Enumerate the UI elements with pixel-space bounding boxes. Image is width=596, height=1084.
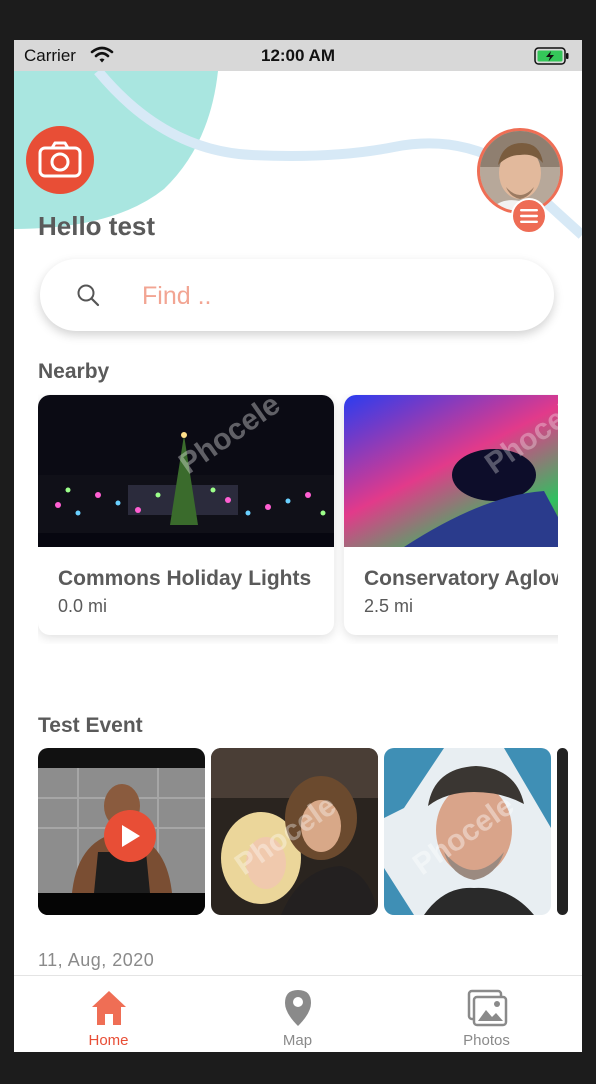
search-icon	[76, 283, 100, 312]
home-icon	[91, 991, 126, 1025]
nearby-carousel[interactable]: Phocele Commons Holiday Lights 0.0 mi Ph…	[38, 394, 558, 644]
place-photo: Phocele	[38, 395, 334, 547]
tab-label: Photos	[463, 1032, 510, 1049]
place-distance: 0.0 mi	[58, 596, 108, 616]
place-name: Conservatory Aglow	[364, 567, 558, 590]
place-photo: Phocele	[344, 395, 558, 547]
event-photo: Phocele	[211, 748, 378, 915]
place-card[interactable]: Phocele Commons Holiday Lights 0.0 mi	[38, 395, 334, 635]
event-title: Test Event	[38, 714, 143, 737]
place-name: Commons Holiday Lights	[58, 567, 312, 590]
nearby-title: Nearby	[38, 360, 110, 383]
tab-home[interactable]: Home	[14, 976, 203, 1052]
event-photo: Phocele	[384, 748, 551, 915]
play-button[interactable]	[104, 810, 156, 862]
photos-icon	[467, 989, 507, 1027]
header: Hello test	[14, 71, 582, 251]
tab-label: Map	[282, 1032, 313, 1049]
search-bar[interactable]	[40, 259, 554, 331]
event-media-carousel[interactable]: Phocele Phocele	[38, 748, 568, 916]
event-photo-thumbnail[interactable]: Phocele	[211, 748, 378, 915]
place-distance: 2.5 mi	[364, 596, 414, 616]
status-time: 12:00 AM	[260, 46, 335, 65]
place-card[interactable]: Phocele Conservatory Aglow 2.5 mi	[344, 395, 558, 635]
play-icon	[122, 825, 140, 847]
hamburger-icon	[520, 209, 538, 223]
greeting-text: Hello test	[38, 211, 156, 241]
search-input[interactable]	[140, 275, 524, 317]
event-video-thumbnail[interactable]	[38, 748, 205, 915]
bottom-tab-bar: Home Map Photos	[14, 975, 582, 1052]
camera-icon	[38, 141, 82, 178]
tab-map[interactable]: Map	[203, 976, 392, 1052]
event-photo-thumbnail[interactable]: Phocele	[384, 748, 551, 915]
camera-button[interactable]	[26, 126, 94, 194]
battery-icon	[534, 47, 570, 70]
event-photo-thumbnail[interactable]	[557, 748, 568, 915]
tab-photos[interactable]: Photos	[392, 976, 581, 1052]
app-screen: Carrier 12:00 AM Hello test Find .. Near…	[14, 40, 582, 1052]
map-pin-icon	[284, 990, 311, 1026]
status-bar: Carrier 12:00 AM	[14, 40, 582, 71]
tab-label: Home	[88, 1032, 129, 1049]
menu-button[interactable]	[511, 198, 547, 234]
event-date: 11, Aug, 2020	[38, 950, 155, 970]
